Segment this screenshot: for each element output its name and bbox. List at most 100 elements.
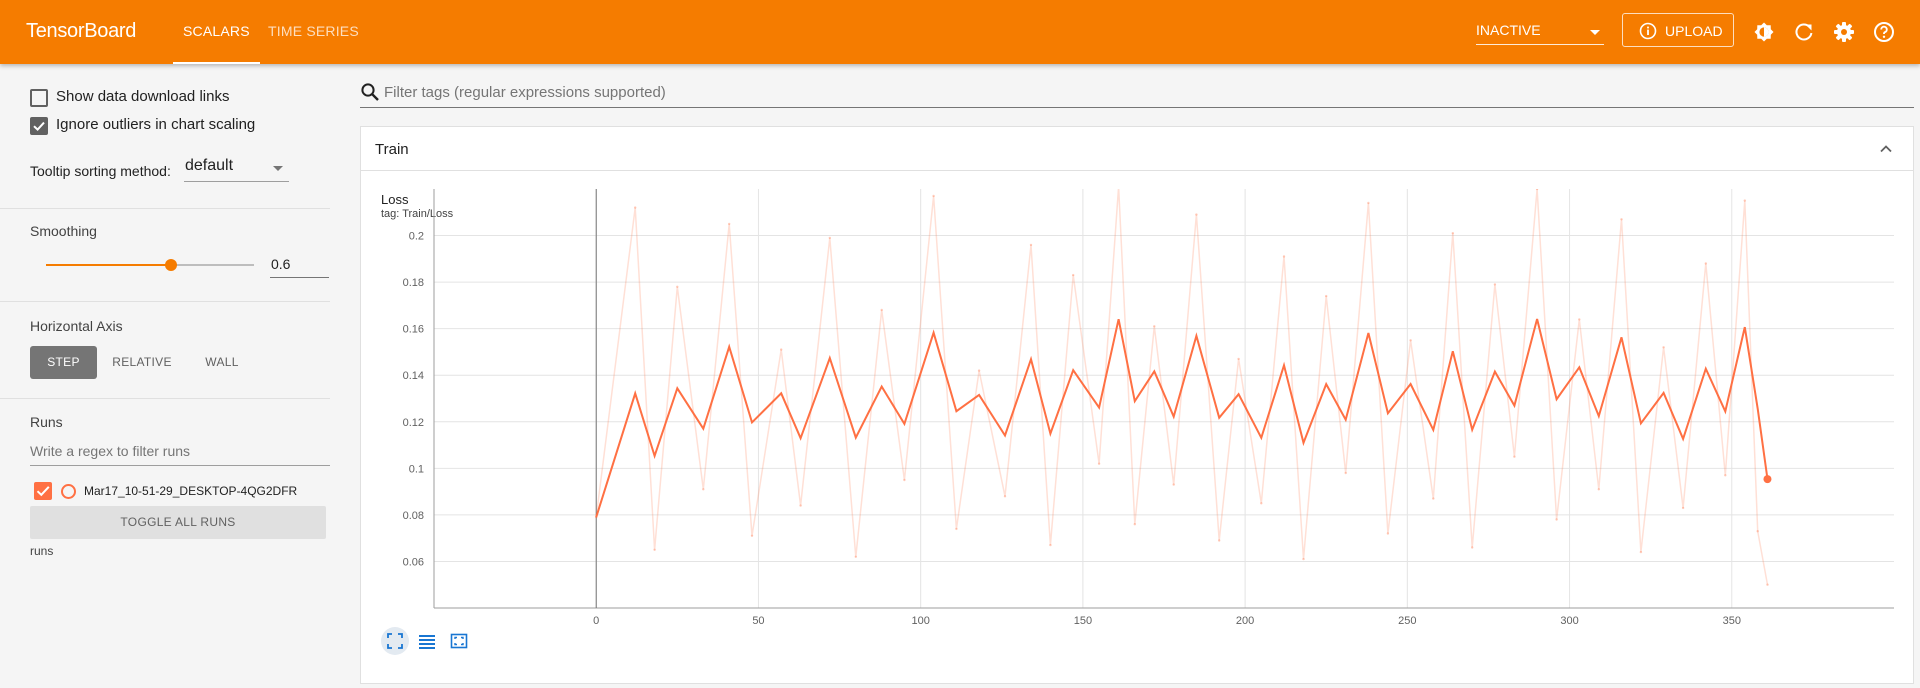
toggle-log-scale-button[interactable] (413, 627, 441, 655)
runs-filter-input[interactable]: Write a regex to filter runs (30, 441, 330, 466)
series-point (1432, 497, 1435, 500)
x-tick-label: 100 (911, 615, 929, 627)
tooltip-sorting-select[interactable]: default (184, 155, 289, 182)
select-area-icon (450, 633, 468, 649)
series-point (1597, 488, 1601, 491)
x-tick-label: 50 (752, 615, 764, 627)
x-tick-label: 150 (1074, 615, 1092, 627)
axis-step-button[interactable]: STEP (30, 346, 97, 379)
x-tick-label: 200 (1236, 615, 1254, 627)
run-status-value: INACTIVE (1476, 22, 1541, 38)
axis-relative-button[interactable]: RELATIVE (106, 346, 178, 379)
ignore-outliers-label: Ignore outliers in chart scaling (56, 116, 256, 133)
run-checkbox[interactable] (34, 482, 52, 500)
series-end-marker (1763, 475, 1772, 484)
series-point (1766, 583, 1769, 586)
series-point (1282, 255, 1286, 258)
series-point (676, 285, 679, 288)
series-point (1237, 357, 1240, 361)
tag-group-card: Train Loss tag: Train/Loss 0.06 0.08 0.1 0.… (360, 126, 1914, 684)
series-point (1344, 471, 1347, 475)
series-point (1049, 543, 1052, 547)
x-tick-label: 250 (1398, 615, 1416, 627)
series-point (780, 348, 783, 351)
y-tick-label: 0.08 (403, 510, 424, 522)
divider (0, 208, 330, 209)
series-point (1704, 262, 1708, 265)
list-icon (419, 635, 435, 649)
smoothing-title: Smoothing (30, 223, 97, 239)
tooltip-sorting-value: default (185, 157, 234, 174)
brightness-icon[interactable] (1752, 20, 1776, 44)
divider (0, 301, 330, 302)
series-point (880, 308, 883, 312)
tab-time-series[interactable]: TIME SERIES (268, 0, 359, 64)
sidebar: Show data download links Ignore outliers… (0, 64, 330, 688)
series-point (1133, 523, 1136, 526)
series-point (1218, 539, 1221, 542)
show-download-links-label: Show data download links (56, 88, 230, 105)
tag-filter-input[interactable]: Filter tags (regular expressions support… (360, 81, 1914, 108)
series-point (1639, 550, 1643, 554)
y-tick-label: 0.16 (403, 324, 424, 336)
series-point (1471, 546, 1474, 549)
y-tick-label: 0.06 (403, 556, 424, 568)
series-point (1302, 557, 1305, 561)
tab-scalars[interactable]: SCALARS (173, 0, 260, 64)
series-point (1386, 532, 1390, 535)
series-point (932, 194, 935, 198)
runs-title: Runs (30, 414, 63, 430)
y-tick-label: 0.14 (403, 370, 424, 382)
series-point (977, 369, 981, 372)
top-app-bar: TensorBoard SCALARS TIME SERIES INACTIVE… (0, 0, 1920, 64)
checkbox-box (30, 89, 48, 107)
y-tick-label: 0.18 (403, 277, 424, 289)
series-point (1513, 455, 1516, 458)
series-point (653, 548, 656, 551)
chevron-down-icon (1590, 30, 1600, 35)
horizontal-axis-title: Horizontal Axis (30, 318, 123, 334)
series-point (1681, 506, 1685, 510)
series-point (799, 504, 802, 507)
settings-icon[interactable] (1832, 20, 1856, 44)
y-tick-label: 0.2 (409, 231, 424, 243)
series-point (1662, 346, 1665, 349)
fit-domain-button[interactable] (381, 627, 409, 655)
divider (0, 398, 330, 399)
smoothing-slider-fill (46, 264, 171, 266)
series-point (728, 222, 731, 226)
checkmark-icon (33, 121, 45, 132)
series-point (1153, 325, 1156, 328)
x-tick-label: 350 (1723, 615, 1741, 627)
app-title: TensorBoard (26, 20, 137, 42)
run-color-radio[interactable] (61, 484, 76, 499)
y-tick-label: 0.1 (409, 463, 424, 475)
series-point (828, 236, 831, 240)
toggle-all-runs-button[interactable]: TOGGLE ALL RUNS (30, 506, 326, 539)
help-icon[interactable] (1872, 20, 1896, 44)
series-point (702, 488, 705, 491)
loss-chart[interactable]: 0.06 0.08 0.1 0.12 0.14 0.16 0.18 0.2 0 50 100 150 2… (361, 127, 1913, 683)
search-icon (361, 83, 379, 101)
upload-button[interactable]: UPLOAD (1622, 13, 1734, 47)
fullscreen-icon (387, 633, 403, 649)
series-point (1260, 502, 1263, 505)
series-point (1003, 495, 1007, 498)
series-point (634, 206, 637, 209)
series-point (1195, 213, 1198, 216)
series-point (1172, 483, 1175, 486)
axis-wall-button[interactable]: WALL (190, 346, 254, 379)
series-point (1743, 199, 1747, 202)
refresh-icon[interactable] (1792, 20, 1816, 44)
run-status-select[interactable]: INACTIVE (1476, 20, 1604, 45)
series-point (1578, 318, 1581, 321)
smoothing-value: 0.6 (271, 256, 291, 272)
expand-chart-button[interactable] (445, 627, 473, 655)
checkbox-box (30, 117, 48, 135)
smoothing-input[interactable]: 0.6 (270, 251, 329, 278)
smoothing-slider-thumb[interactable] (165, 259, 177, 271)
series-point (1555, 518, 1558, 521)
series-point (1072, 273, 1075, 277)
y-tick-label: 0.12 (403, 417, 424, 429)
series-point (1097, 462, 1101, 465)
